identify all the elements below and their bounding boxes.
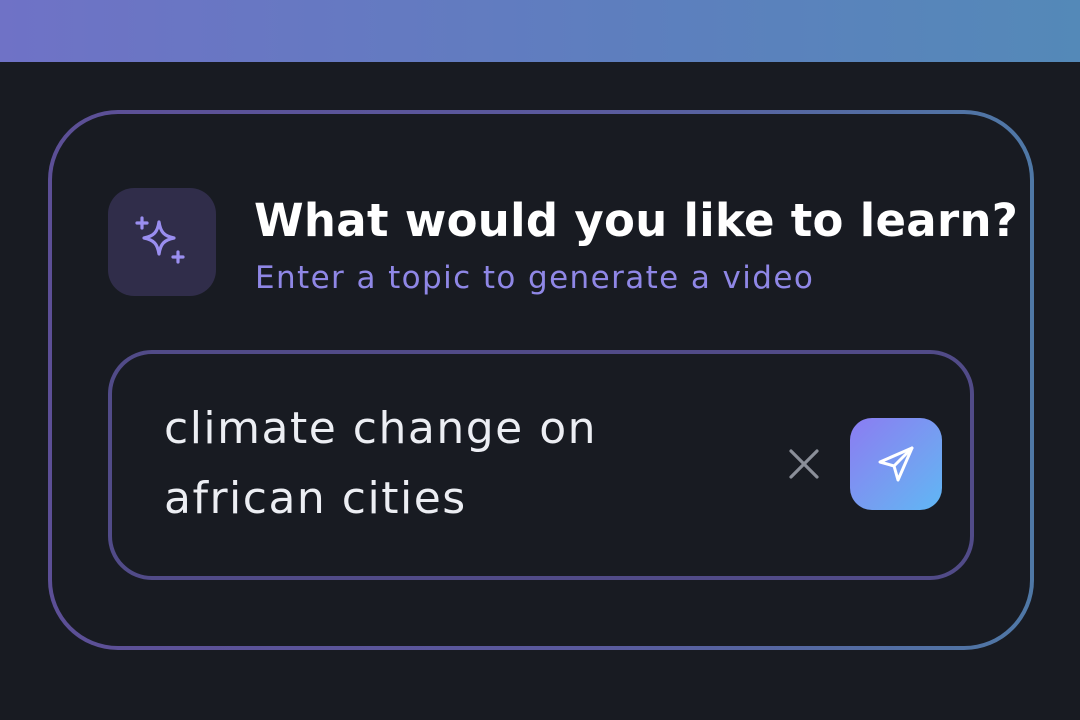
- prompt-card-body: What would you like to learn? Enter a to…: [52, 114, 1030, 646]
- topic-input[interactable]: climate change on african cities: [108, 350, 974, 580]
- clear-button[interactable]: [784, 444, 824, 484]
- sparkles-icon: [135, 216, 185, 264]
- close-icon: [789, 449, 819, 479]
- page-subtitle: Enter a topic to generate a video: [255, 260, 815, 296]
- top-bar: [0, 0, 1080, 62]
- topic-input-value[interactable]: climate change on african cities: [164, 394, 724, 534]
- prompt-card: What would you like to learn? Enter a to…: [48, 110, 1034, 650]
- send-button[interactable]: [850, 418, 942, 510]
- page-title: What would you like to learn?: [254, 194, 1019, 247]
- send-icon: [878, 446, 914, 482]
- sparkles-icon-tile: [108, 188, 216, 296]
